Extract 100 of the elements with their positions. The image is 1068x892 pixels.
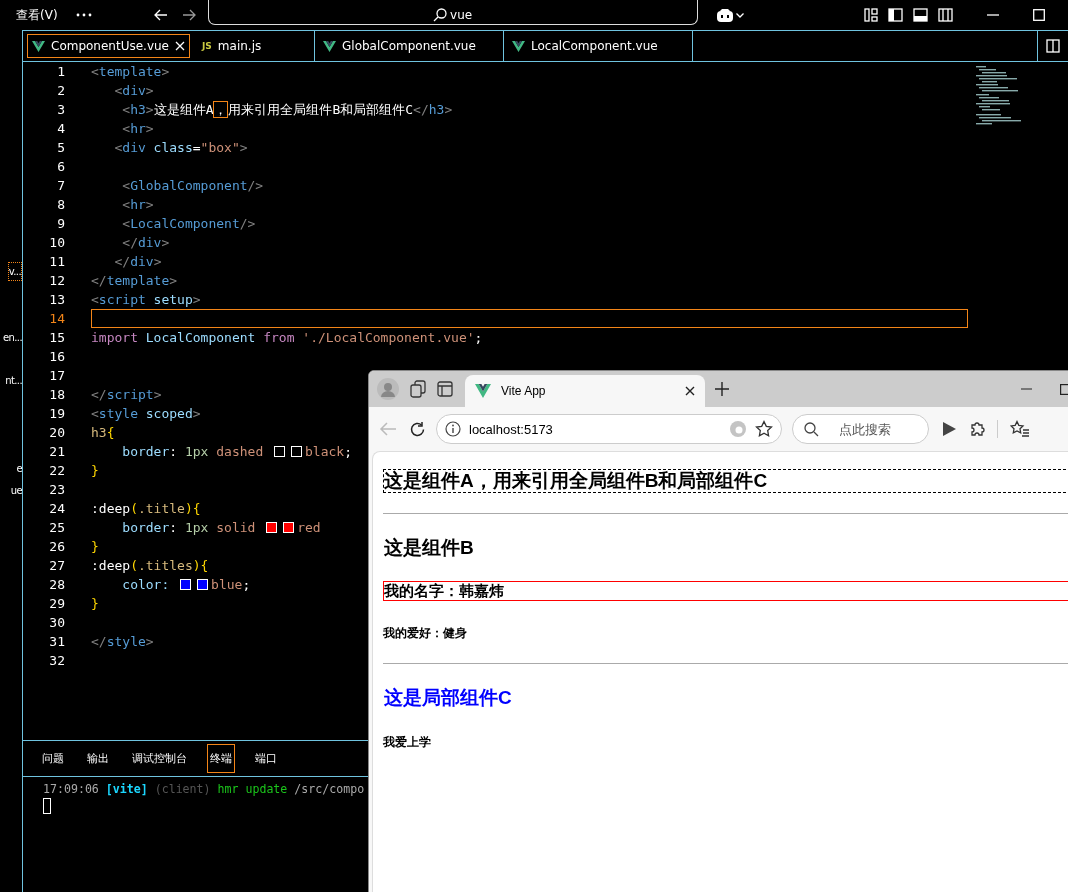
line-number: 8 xyxy=(56,197,65,212)
explorer-item[interactable]: ue xyxy=(10,482,22,499)
sidebar-toggle-icon[interactable] xyxy=(887,8,903,22)
line-number: 10 xyxy=(48,235,65,250)
panel-tab[interactable]: 问题 xyxy=(39,744,67,773)
explorer-item[interactable]: e xyxy=(16,460,22,477)
puzzle-icon[interactable] xyxy=(969,420,987,438)
page-heading: 这是组件B xyxy=(383,536,475,560)
maximize-icon[interactable] xyxy=(1060,383,1068,395)
web-search-field[interactable]: 点此搜索 xyxy=(792,414,929,444)
line-number: 28 xyxy=(48,577,65,592)
line-number: 11 xyxy=(48,254,65,269)
vue-file-icon xyxy=(32,40,45,52)
line-number: 23 xyxy=(48,482,65,497)
code-text: <hr> xyxy=(121,197,154,212)
forward-arrow-icon[interactable] xyxy=(181,9,196,21)
js-file-icon: JS xyxy=(202,41,212,51)
line-number: 26 xyxy=(48,539,65,554)
line-number: 14 xyxy=(48,311,65,326)
code-text: color: xyxy=(121,577,171,592)
panel-tab[interactable]: 输出 xyxy=(84,744,112,773)
line-number: 25 xyxy=(48,520,65,535)
color-swatch-icon[interactable] xyxy=(266,522,278,533)
color-swatch-icon[interactable] xyxy=(291,446,303,457)
panel-tab[interactable]: 调试控制台 xyxy=(129,744,190,773)
color-swatch-icon[interactable] xyxy=(180,579,192,590)
layout-icon[interactable] xyxy=(863,8,878,22)
color-swatch-icon[interactable] xyxy=(283,522,295,533)
star-icon[interactable] xyxy=(755,420,773,438)
split-layout-icon[interactable] xyxy=(937,8,953,22)
code-text: <style scoped> xyxy=(91,406,201,421)
line-number: 3 xyxy=(56,102,65,117)
page-heading: 这是局部组件C xyxy=(383,686,513,710)
vue-file-icon xyxy=(512,40,525,52)
view-menu[interactable]: 查看(V) xyxy=(16,6,58,24)
line-number: 16 xyxy=(48,349,65,364)
play-icon[interactable] xyxy=(941,421,957,437)
code-text: } xyxy=(91,539,99,554)
code-text: border: 1px dashed xyxy=(121,444,265,459)
panel-tab[interactable]: 终端 xyxy=(207,744,235,773)
panel-toggle-icon[interactable] xyxy=(912,8,928,22)
color-swatch-icon[interactable] xyxy=(274,446,286,457)
tab-actions-icon[interactable] xyxy=(437,381,453,397)
line-number: 15 xyxy=(48,330,65,345)
code-text: <GlobalComponent/> xyxy=(121,178,264,193)
search-icon xyxy=(804,422,819,437)
editor-tab[interactable]: ComponentUse.vue xyxy=(27,34,190,58)
browser-tab[interactable]: Vite App xyxy=(465,375,705,407)
line-number: 1 xyxy=(56,64,65,79)
favorites-icon[interactable] xyxy=(1010,420,1030,438)
line-number: 24 xyxy=(48,501,65,516)
editor-tab[interactable]: GlobalComponent.vue xyxy=(315,31,504,61)
more-icon[interactable] xyxy=(75,13,92,17)
code-text: red xyxy=(297,520,321,535)
color-swatch-icon[interactable] xyxy=(197,579,209,590)
line-number: 5 xyxy=(56,140,65,155)
explorer-item[interactable]: v... xyxy=(7,262,22,281)
code-text: black; xyxy=(305,444,352,459)
code-text: <h3>这是组件A，用来引用全局组件B和局部组件C</h3> xyxy=(121,100,453,119)
code-text: </style> xyxy=(91,634,154,649)
line-number: 27 xyxy=(48,558,65,573)
workspaces-icon[interactable] xyxy=(409,380,427,398)
line-number: 30 xyxy=(48,615,65,630)
code-text: :deep(.titles){ xyxy=(91,558,209,573)
code-text: :deep(.title){ xyxy=(91,501,201,516)
code-text: blue; xyxy=(211,577,251,592)
new-tab-icon[interactable] xyxy=(715,382,729,396)
explorer-item[interactable]: en... xyxy=(2,329,22,346)
split-editor-icon[interactable] xyxy=(1046,39,1060,53)
terminal-cursor xyxy=(43,798,51,814)
code-text: border: 1px solid xyxy=(121,520,257,535)
command-search-field[interactable]: vue xyxy=(207,0,698,25)
code-text: <script setup> xyxy=(91,292,201,307)
code-text: </div> xyxy=(121,235,170,250)
panel-tab[interactable]: 端口 xyxy=(252,744,280,773)
copilot-icon[interactable] xyxy=(715,7,734,23)
line-number: 17 xyxy=(48,368,65,383)
code-text: </template> xyxy=(91,273,178,288)
line-number: 29 xyxy=(48,596,65,611)
line-number: 21 xyxy=(48,444,65,459)
code-text: <div class="box"> xyxy=(113,140,248,155)
editor-tab[interactable]: JS main.js xyxy=(194,31,315,61)
line-number: 6 xyxy=(56,159,65,174)
line-number: 19 xyxy=(48,406,65,421)
info-icon[interactable] xyxy=(445,421,461,437)
address-bar[interactable]: localhost:5173 xyxy=(436,414,782,444)
chevron-down-icon[interactable] xyxy=(735,12,744,18)
page-text: 我爱上学 xyxy=(383,734,432,751)
line-number: 22 xyxy=(48,463,65,478)
editor-tab[interactable]: LocalComponent.vue xyxy=(504,31,693,61)
close-icon[interactable] xyxy=(685,386,695,396)
explorer-item[interactable]: nt... xyxy=(5,372,22,389)
code-text: </div> xyxy=(113,254,162,269)
search-icon xyxy=(433,8,448,22)
code-text: <div> xyxy=(113,83,154,98)
line-number: 9 xyxy=(56,216,65,231)
code-text: </script> xyxy=(91,387,162,402)
refresh-icon[interactable] xyxy=(409,420,426,438)
vue-file-icon xyxy=(323,40,336,52)
code-text: import LocalComponent from './LocalComponent.vue'; xyxy=(91,330,483,345)
